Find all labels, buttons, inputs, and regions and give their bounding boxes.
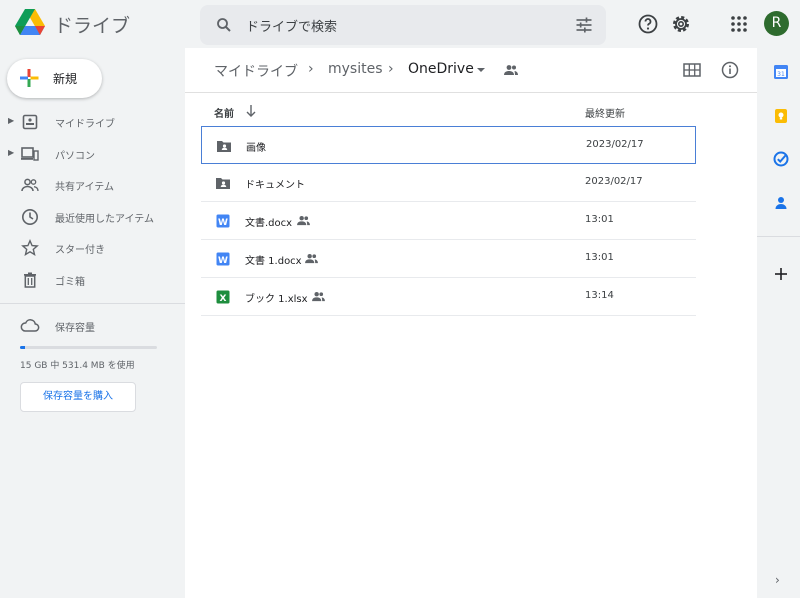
- file-modified-date: 2023/02/17: [586, 139, 644, 150]
- breadcrumb-item-current[interactable]: OneDrive: [408, 61, 474, 77]
- file-modified-date: 2023/02/17: [585, 176, 643, 187]
- keep-icon[interactable]: [773, 108, 789, 124]
- drive-logo-icon[interactable]: [15, 9, 45, 37]
- sidebar-item-label: 最近使用したアイテム: [55, 214, 154, 225]
- contacts-icon[interactable]: [773, 195, 789, 211]
- expand-caret-icon[interactable]: ▶: [8, 148, 14, 157]
- settings-gear-icon[interactable]: [669, 12, 693, 36]
- expand-panel-chevron-icon[interactable]: ›: [775, 573, 780, 587]
- word-doc-icon: W: [216, 214, 230, 228]
- expand-caret-icon[interactable]: ▶: [8, 116, 14, 125]
- account-avatar[interactable]: R: [764, 11, 789, 36]
- svg-text:31: 31: [777, 71, 785, 78]
- sidebar-item-trash[interactable]: ゴミ箱: [0, 265, 185, 295]
- apps-grid-icon[interactable]: [727, 12, 751, 36]
- plus-icon: [20, 69, 39, 87]
- storage-usage-fill: [20, 346, 25, 349]
- file-name: ドキュメント: [245, 180, 305, 191]
- file-row-selected[interactable]: 画像 2023/02/17: [201, 126, 696, 164]
- word-doc-icon: W: [216, 252, 230, 266]
- sidebar-item-recent[interactable]: 最近使用したアイテム: [0, 202, 185, 232]
- shared-folder-icon: [217, 141, 231, 152]
- storage-usage-text: 15 GB 中 531.4 MB を使用: [20, 361, 135, 371]
- file-name: ブック 1.xlsx: [245, 294, 308, 305]
- file-row[interactable]: W 文書 1.docx 13:01: [201, 240, 696, 278]
- file-modified-date: 13:01: [585, 214, 614, 225]
- new-button-label: 新規: [53, 72, 78, 86]
- chevron-down-icon[interactable]: [476, 65, 486, 75]
- tasks-icon[interactable]: [773, 151, 789, 167]
- help-icon[interactable]: [636, 12, 660, 36]
- side-panel-rail: 31: [757, 48, 800, 598]
- sort-arrow-down-icon[interactable]: [245, 104, 257, 118]
- file-row[interactable]: X ブック 1.xlsx 13:14: [201, 278, 696, 316]
- file-row[interactable]: ドキュメント 2023/02/17: [201, 164, 696, 202]
- breadcrumb-item-mysites[interactable]: mysites: [328, 61, 383, 77]
- shared-people-icon: [297, 216, 310, 226]
- storage-title[interactable]: 保存容量: [55, 319, 95, 334]
- file-modified-date: 13:01: [585, 252, 614, 263]
- cloud-icon: [20, 319, 40, 332]
- shared-folder-icon: [216, 178, 230, 189]
- file-name: 文書 1.docx: [245, 256, 302, 267]
- column-header-name[interactable]: 名前: [214, 105, 234, 120]
- grid-view-icon[interactable]: [682, 60, 702, 80]
- excel-sheet-icon: X: [216, 290, 230, 304]
- shared-people-icon: [21, 178, 39, 192]
- search-icon[interactable]: [215, 16, 233, 34]
- chevron-right-icon: ›: [308, 61, 314, 77]
- column-header-modified[interactable]: 最終更新: [585, 105, 625, 120]
- new-button[interactable]: 新規: [7, 59, 102, 98]
- file-modified-date: 13:14: [585, 290, 614, 301]
- calendar-icon[interactable]: 31: [773, 64, 789, 80]
- shared-people-icon: [305, 254, 318, 264]
- sidebar-item-my-drive[interactable]: ▶ マイドライブ: [0, 107, 185, 137]
- my-drive-icon: [22, 114, 38, 130]
- search-options-icon[interactable]: [574, 15, 594, 35]
- app-title[interactable]: ドライブ: [54, 11, 130, 38]
- main-content: マイドライブ › mysites › OneDrive 名前 最終更新 画像 2…: [185, 48, 757, 598]
- sidebar-item-label: ゴミ箱: [55, 277, 85, 288]
- trash-icon: [24, 272, 36, 288]
- svg-text:W: W: [218, 256, 228, 266]
- search-bar[interactable]: ドライブで検索: [200, 5, 606, 45]
- shared-people-icon: [312, 292, 325, 302]
- top-bar: ドライブ ドライブで検索 R: [0, 0, 800, 48]
- header-divider: [185, 92, 757, 93]
- computers-icon: [21, 147, 39, 161]
- sidebar-item-label: スター付き: [55, 245, 105, 256]
- file-name: 文書.docx: [245, 218, 293, 229]
- svg-text:X: X: [220, 294, 227, 304]
- search-input[interactable]: ドライブで検索: [246, 16, 337, 35]
- breadcrumb-item-my-drive[interactable]: マイドライブ: [214, 61, 298, 81]
- star-icon: [21, 239, 39, 256]
- clock-icon: [22, 209, 38, 225]
- sidebar-item-label: パソコン: [55, 151, 95, 162]
- storage-usage-bar: [20, 346, 157, 349]
- file-name: 画像: [246, 143, 266, 154]
- svg-text:W: W: [218, 218, 228, 228]
- sidebar-item-starred[interactable]: スター付き: [0, 233, 185, 263]
- sidebar-item-computers[interactable]: ▶ パソコン: [0, 139, 185, 169]
- chevron-right-icon: ›: [388, 61, 394, 77]
- rail-divider: [757, 236, 800, 237]
- sidebar-item-label: 共有アイテム: [55, 182, 114, 193]
- buy-storage-button[interactable]: 保存容量を購入: [20, 382, 136, 412]
- sidebar-divider: [0, 303, 185, 304]
- add-icon[interactable]: [773, 266, 789, 282]
- file-row[interactable]: W 文書.docx 13:01: [201, 202, 696, 240]
- sidebar-item-label: マイドライブ: [55, 119, 115, 130]
- info-icon[interactable]: [720, 60, 740, 80]
- sidebar-item-shared[interactable]: 共有アイテム: [0, 170, 185, 200]
- shared-people-icon: [504, 65, 518, 75]
